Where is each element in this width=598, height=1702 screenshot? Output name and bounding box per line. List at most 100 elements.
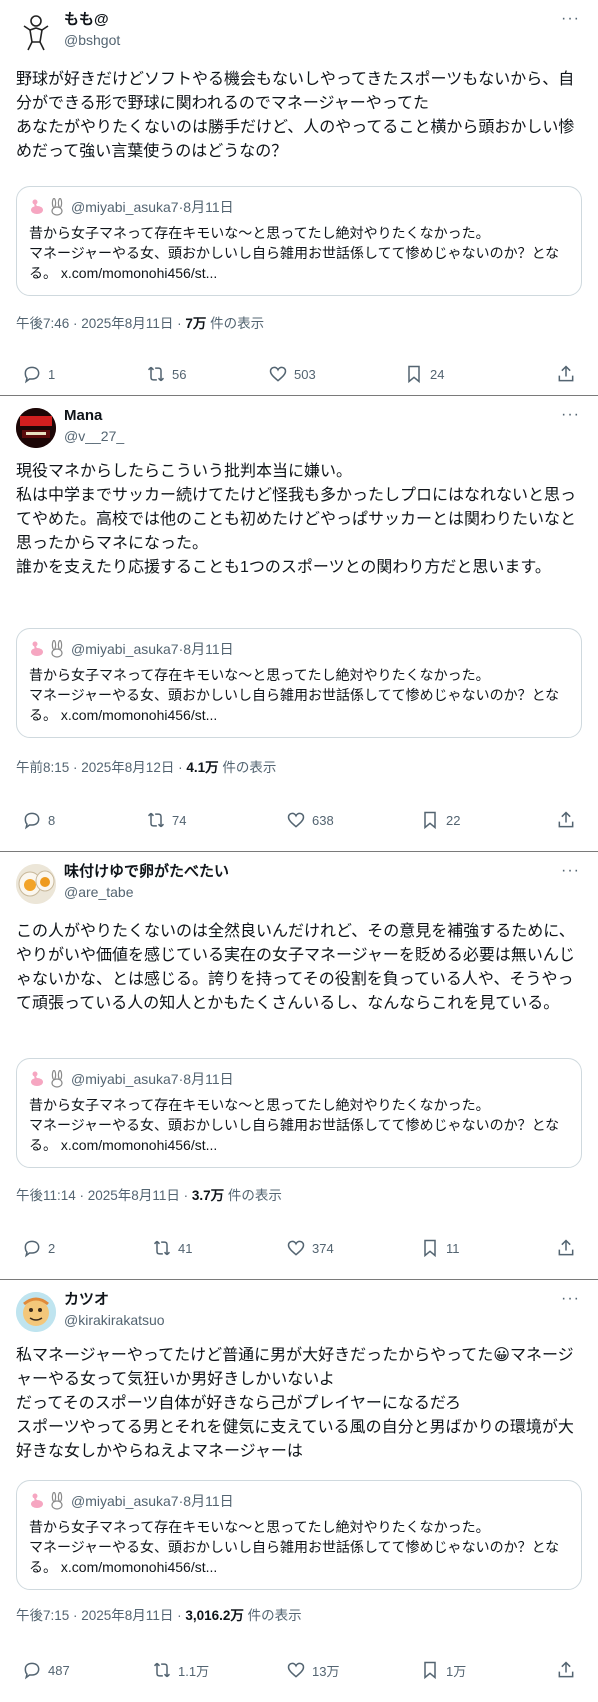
bookmark-button[interactable]: 22 (420, 810, 460, 830)
quoted-handle[interactable]: @miyabi_asuka7 (71, 641, 179, 657)
share-button[interactable] (556, 1238, 576, 1258)
quoted-date: 8月11日 (183, 641, 234, 657)
more-options-icon[interactable]: ··· (561, 862, 580, 880)
flamingo-icon (31, 1071, 43, 1086)
action-bar: 1 56 503 24 (0, 364, 598, 388)
reply-count: 1 (48, 366, 56, 382)
like-count: 13万 (312, 1663, 340, 1679)
repost-icon (153, 1662, 171, 1678)
post-meta: 午後7:46 · 2025年8月11日 · 7万 件の表示 (16, 314, 264, 334)
reply-icon (24, 1662, 40, 1680)
display-name[interactable]: カツオ (64, 1290, 109, 1310)
quoted-post-header: @miyabi_asuka7 · 8月11日 (29, 197, 569, 217)
repost-button[interactable]: 41 (152, 1238, 192, 1258)
share-button[interactable] (556, 1660, 576, 1680)
bookmark-button[interactable]: 11 (420, 1238, 460, 1258)
timestamp[interactable]: 午前8:15 · 2025年8月12日 · (16, 760, 186, 775)
like-button[interactable]: 13万 (286, 1660, 339, 1680)
repost-count: 56 (172, 366, 187, 382)
quoted-date: 8月11日 (183, 199, 234, 215)
quoted-handle[interactable]: @miyabi_asuka7 (71, 199, 179, 215)
repost-button[interactable]: 1.1万 (152, 1660, 209, 1680)
quoted-text: 昔から女子マネって存在キモいな〜と思ってたし絶対やりたくなかった。 マネージャー… (29, 667, 560, 723)
quoted-post[interactable]: @miyabi_asuka7 · 8月11日 昔から女子マネって存在キモいな〜と… (16, 628, 582, 738)
quoted-avatar (29, 640, 65, 658)
user-handle[interactable]: @are_tabe (64, 882, 133, 902)
display-name[interactable]: Mana (64, 406, 102, 426)
bookmark-icon (424, 1239, 436, 1258)
reply-button[interactable]: 8 (22, 810, 55, 830)
quoted-post-header: @miyabi_asuka7 · 8月11日 (29, 639, 569, 659)
quoted-post[interactable]: @miyabi_asuka7 · 8月11日 昔から女子マネって存在キモいな〜と… (16, 186, 582, 296)
share-button[interactable] (556, 810, 576, 830)
reply-count: 2 (48, 1240, 56, 1256)
quoted-post[interactable]: @miyabi_asuka7 · 8月11日 昔から女子マネって存在キモいな〜と… (16, 1480, 582, 1590)
display-name[interactable]: もも@ (64, 10, 109, 30)
quoted-post[interactable]: @miyabi_asuka7 · 8月11日 昔から女子マネって存在キモいな〜と… (16, 1058, 582, 1168)
views-label: 件の表示 (224, 1188, 282, 1203)
quoted-avatar (29, 1070, 65, 1088)
view-count: 4.1万 (186, 760, 219, 775)
bookmark-count: 22 (446, 812, 461, 828)
rabbit-icon (51, 1492, 63, 1510)
quoted-text: 昔から女子マネって存在キモいな〜と思ってたし絶対やりたくなかった。 マネージャー… (29, 1097, 560, 1153)
action-bar: 2 41 374 11 (0, 1238, 598, 1262)
post: もも@ @bshgot ··· 野球が好きだけどソフトやる機会もないしやってきた… (0, 0, 598, 396)
heart-icon (287, 1662, 305, 1678)
more-options-icon[interactable]: ··· (561, 10, 580, 28)
reply-icon (24, 812, 40, 830)
repost-button[interactable]: 56 (146, 364, 186, 384)
repost-icon (153, 1240, 171, 1256)
like-count: 503 (294, 366, 316, 382)
avatar[interactable] (16, 12, 56, 52)
post: Mana @v__27_ ··· 現役マネからしたらこういう批判本当に嫌い。 私… (0, 396, 598, 852)
reply-icon (24, 366, 40, 384)
repost-icon (147, 366, 165, 382)
share-button[interactable] (556, 364, 576, 384)
avatar[interactable] (16, 408, 56, 448)
bookmark-icon (424, 811, 436, 830)
rabbit-icon (51, 1070, 63, 1088)
avatar[interactable] (16, 1292, 56, 1332)
more-options-icon[interactable]: ··· (561, 406, 580, 424)
timestamp[interactable]: 午後11:14 · 2025年8月11日 · (16, 1188, 192, 1203)
bookmark-icon (424, 1661, 436, 1680)
reply-button[interactable]: 487 (22, 1660, 70, 1680)
like-button[interactable]: 638 (286, 810, 334, 830)
reply-count: 487 (48, 1662, 70, 1678)
repost-count: 41 (178, 1240, 193, 1256)
post: カツオ @kirakirakatsuo ··· 私マネージャーやってたけど普通に… (0, 1280, 598, 1702)
timestamp[interactable]: 午後7:46 · 2025年8月11日 · (16, 316, 185, 331)
share-icon (558, 1239, 574, 1256)
repost-icon (147, 812, 165, 828)
quoted-date: 8月11日 (183, 1071, 234, 1087)
user-handle[interactable]: @bshgot (64, 30, 120, 50)
quoted-handle[interactable]: @miyabi_asuka7 (71, 1493, 179, 1509)
avatar[interactable] (16, 864, 56, 904)
like-button[interactable]: 503 (268, 364, 316, 384)
timestamp[interactable]: 午後7:15 · 2025年8月11日 · (16, 1608, 185, 1623)
repost-button[interactable]: 74 (146, 810, 186, 830)
reply-button[interactable]: 2 (22, 1238, 55, 1258)
bookmark-count: 24 (430, 366, 445, 382)
reply-button[interactable]: 1 (22, 364, 55, 384)
quoted-avatar (29, 1492, 65, 1510)
heart-icon (269, 366, 287, 382)
display-name[interactable]: 味付けゆで卵がたべたい (64, 862, 229, 882)
like-button[interactable]: 374 (286, 1238, 334, 1258)
rabbit-icon (51, 640, 63, 658)
flamingo-icon (31, 199, 43, 214)
heart-icon (287, 1240, 305, 1256)
bookmark-count: 11 (446, 1240, 460, 1256)
bookmark-button[interactable]: 1万 (420, 1660, 466, 1680)
quoted-handle[interactable]: @miyabi_asuka7 (71, 1071, 179, 1087)
post-text: 野球が好きだけどソフトやる機会もないしやってきたスポーツもないから、自分ができる… (16, 71, 575, 160)
more-options-icon[interactable]: ··· (561, 1290, 580, 1308)
user-handle[interactable]: @kirakirakatsuo (64, 1310, 165, 1330)
quoted-text: 昔から女子マネって存在キモいな〜と思ってたし絶対やりたくなかった。 マネージャー… (29, 1519, 560, 1575)
user-handle[interactable]: @v__27_ (64, 426, 124, 446)
bookmark-button[interactable]: 24 (404, 364, 444, 384)
post-text: 私マネージャーやってたけど普通に男が大好きだったからやってた😀マネージャーやる女… (16, 1347, 574, 1460)
quoted-date: 8月11日 (183, 1493, 234, 1509)
view-count: 3.7万 (191, 1188, 225, 1203)
